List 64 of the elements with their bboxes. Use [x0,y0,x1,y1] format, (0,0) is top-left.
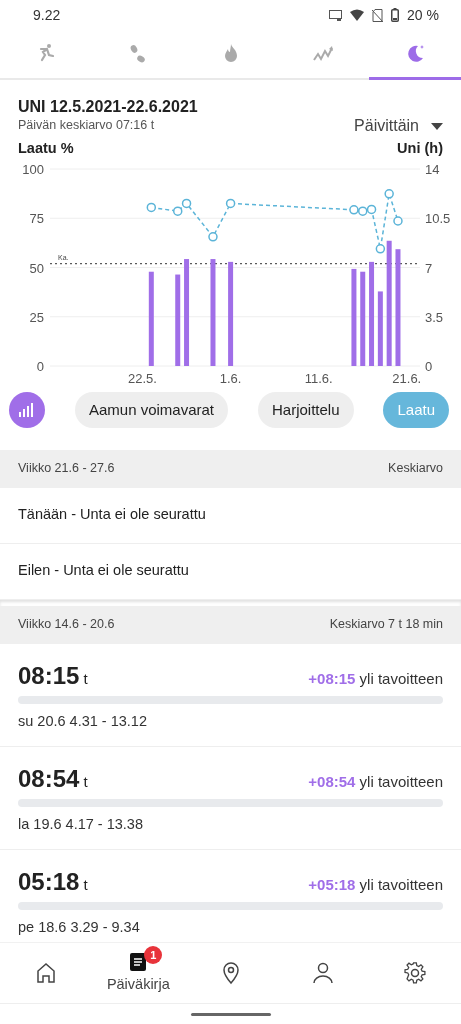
list-row[interactable]: Eilen - Unta ei ole seurattu [0,543,461,600]
axis-label: 22.5. [128,370,157,386]
axis-label: 25 [29,309,44,325]
filter-chip[interactable]: Aamun voimavarat [74,391,228,428]
row-text: Eilen - Unta ei ole seurattu [18,561,189,581]
axis-label: 3.5 [425,309,444,325]
chart-type-button[interactable] [9,391,45,428]
clock-time: 9.22 [33,5,61,25]
axis-label: 0 [36,358,44,374]
axis-label: 7 [425,260,433,276]
no-sim-icon [372,8,384,22]
sleep-period: la 19.6 4.17 - 13.38 [18,814,144,834]
caret-icon [431,122,443,130]
data-point [366,204,377,214]
data-point [375,243,386,254]
axis-label: 11.6. [304,370,333,386]
week-average: Keskiarvo [388,460,443,478]
battery-icon [391,8,400,22]
axis-label: 14 [425,163,440,177]
average-text: Päivän keskiarvo 07:16 t [18,116,156,134]
axis-title: Uni (h) [397,139,443,158]
week-average: Keskiarvo 7 t 18 min [329,616,443,634]
data-point [146,202,157,212]
axis-title: Laatu % [18,139,74,158]
axis-label: 75 [29,211,44,226]
settings-icon [402,961,427,985]
row-text: Tänään - Unta ei ole seurattu [18,505,206,525]
sleep-period: su 20.6 4.31 - 13.12 [18,711,148,731]
battery-level: 20 % [407,5,439,25]
nav-button[interactable]: Päiväkirja 1 [92,943,185,1003]
notification-badge: 1 [144,946,163,964]
goal-difference: +08:15 yli tavoitteen [308,668,443,689]
person-icon [310,961,335,985]
duration-text: 08:54 t [18,763,88,794]
chart-title: UNI 12.5.2021-22.6.2021 [18,98,198,116]
wifi-icon [350,9,365,21]
axis-label: 50 [29,260,44,276]
goal-difference: +08:54 yli tavoitteen [308,771,443,792]
sleep-entry[interactable]: 08:54 t +08:54 yli tavoitteen la 19.6 4.17 - 13.38 [0,746,461,850]
axis-label: 1.6. [219,370,242,386]
axis-label: 100 [22,163,44,177]
week-range: Viikko 14.6 - 20.6 [18,616,115,634]
data-point [393,216,403,226]
goal-difference: +05:18 yli tavoitteen [308,874,443,895]
data-point [173,206,183,216]
bar-chart-icon [19,402,35,417]
axis-label: 0 [425,358,433,374]
data-point [208,231,218,242]
week-range: Viikko 21.6 - 27.6 [18,460,115,478]
duration-text: 05:18 t [18,866,88,897]
sleep-entry[interactable]: 08:15 t +08:15 yli tavoitteen su 20.6 4.31 - 13.12 [0,643,461,747]
list-row[interactable]: Tänään - Unta ei ole seurattu [0,487,461,544]
sleep-entry[interactable]: 05:18 t +05:18 yli tavoitteen pe 18.6 3.29 - 9.34 [0,849,461,942]
axis-label: 10.5 [425,211,451,226]
data-point [358,206,368,216]
sleep-period: pe 18.6 3.29 - 9.34 [18,917,141,937]
duration-text: 08:15 t [18,660,88,691]
axis-label: 21.6. [392,370,422,386]
filter-chip[interactable]: Harjoittelu [257,391,354,428]
period-dropdown[interactable]: Päivittäin [354,114,443,138]
data-point [225,198,236,208]
data-point [384,188,394,199]
data-point [349,204,359,215]
data-point [181,198,192,208]
